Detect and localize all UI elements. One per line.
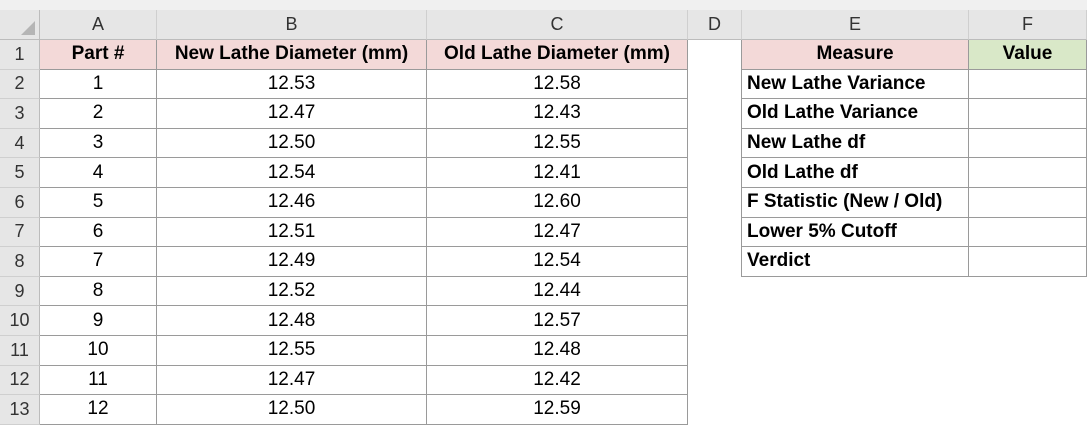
data-cell[interactable]: 12.48 [427, 336, 688, 366]
measure-label-cell[interactable]: F Statistic (New / Old) [742, 188, 969, 218]
empty-cell[interactable] [688, 218, 742, 248]
data-cell[interactable]: 8 [40, 276, 157, 307]
data-cell[interactable]: 1 [40, 69, 157, 100]
empty-cell[interactable] [688, 99, 742, 129]
measure-value-cell[interactable] [969, 69, 1087, 100]
data-cell[interactable]: 12.47 [157, 99, 427, 129]
data-header-cell[interactable]: New Lathe Diameter (mm) [157, 40, 427, 70]
column-header-e[interactable]: E [742, 10, 969, 40]
data-cell[interactable]: 12.54 [427, 247, 688, 277]
row-header-1[interactable]: 1 [0, 40, 40, 70]
data-cell[interactable]: 12.55 [157, 336, 427, 366]
measure-label-cell[interactable]: Verdict [742, 247, 969, 277]
data-cell[interactable]: 12.41 [427, 158, 688, 188]
row-header-5[interactable]: 5 [0, 158, 40, 188]
measure-value-cell[interactable] [969, 217, 1087, 248]
empty-cell[interactable] [688, 336, 742, 366]
data-header-cell[interactable]: Part # [40, 40, 157, 70]
column-header-a[interactable]: A [40, 10, 157, 40]
data-cell[interactable]: 12.55 [427, 128, 688, 159]
data-cell[interactable]: 5 [40, 188, 157, 218]
data-cell[interactable]: 12.47 [157, 365, 427, 396]
row-header-3[interactable]: 3 [0, 99, 40, 129]
data-cell[interactable]: 7 [40, 247, 157, 277]
measure-value-cell[interactable] [969, 188, 1087, 218]
row-header-8[interactable]: 8 [0, 247, 40, 277]
data-cell[interactable]: 12.57 [427, 306, 688, 336]
empty-cell[interactable] [688, 70, 742, 100]
data-cell[interactable]: 12.53 [157, 69, 427, 100]
data-cell[interactable]: 3 [40, 128, 157, 159]
empty-cell[interactable] [688, 247, 742, 277]
row-header-7[interactable]: 7 [0, 217, 40, 248]
data-cell[interactable]: 12.43 [427, 99, 688, 129]
empty-cell[interactable] [688, 40, 742, 70]
row-header-13[interactable]: 13 [0, 395, 40, 425]
data-cell[interactable]: 12.52 [157, 276, 427, 307]
row-header-10[interactable]: 10 [0, 306, 40, 336]
data-cell[interactable]: 12.47 [427, 217, 688, 248]
data-cell[interactable]: 6 [40, 217, 157, 248]
data-cell[interactable]: 12.60 [427, 188, 688, 218]
empty-cell[interactable] [688, 277, 742, 307]
measure-label-cell[interactable]: New Lathe df [742, 128, 969, 159]
column-header-c[interactable]: C [427, 10, 688, 40]
data-cell[interactable]: 4 [40, 158, 157, 188]
row-header-11[interactable]: 11 [0, 336, 40, 366]
data-cell[interactable]: 12.54 [157, 158, 427, 188]
data-cell[interactable]: 12.59 [427, 395, 688, 425]
measure-label-cell[interactable]: Old Lathe Variance [742, 99, 969, 129]
data-cell[interactable]: 12.44 [427, 276, 688, 307]
measure-label-cell[interactable]: Lower 5% Cutoff [742, 217, 969, 248]
data-cell[interactable]: 12 [40, 395, 157, 425]
row-header-6[interactable]: 6 [0, 188, 40, 218]
select-all-icon [21, 21, 35, 35]
data-cell[interactable]: 12.51 [157, 217, 427, 248]
measure-header-cell[interactable]: Measure [742, 40, 969, 70]
data-cell[interactable]: 11 [40, 365, 157, 396]
measure-label-cell[interactable]: Old Lathe df [742, 158, 969, 188]
empty-cell[interactable] [688, 129, 742, 159]
data-cell[interactable]: 9 [40, 306, 157, 336]
data-cell[interactable]: 12.48 [157, 306, 427, 336]
data-cell[interactable]: 12.42 [427, 365, 688, 396]
row-header-2[interactable]: 2 [0, 69, 40, 100]
data-cell[interactable]: 12.46 [157, 188, 427, 218]
column-header-f[interactable]: F [969, 10, 1087, 40]
row-header-9[interactable]: 9 [0, 276, 40, 307]
data-cell[interactable]: 12.49 [157, 247, 427, 277]
row-header-12[interactable]: 12 [0, 365, 40, 396]
measure-table-left-border [741, 40, 742, 277]
measure-value-cell[interactable] [969, 158, 1087, 188]
empty-cell[interactable] [688, 158, 742, 188]
measure-label-cell[interactable]: New Lathe Variance [742, 69, 969, 100]
column-header-b[interactable]: B [157, 10, 427, 40]
column-header-d[interactable]: D [688, 10, 742, 40]
data-cell[interactable]: 12.50 [157, 395, 427, 425]
data-cell[interactable]: 2 [40, 99, 157, 129]
select-all-corner[interactable] [0, 10, 40, 40]
row-header-4[interactable]: 4 [0, 128, 40, 159]
measure-value-cell[interactable] [969, 128, 1087, 159]
empty-cell[interactable] [688, 366, 742, 396]
empty-cell[interactable] [688, 395, 742, 425]
data-header-cell[interactable]: Old Lathe Diameter (mm) [427, 40, 688, 70]
spreadsheet-grid[interactable]: A B C D E F 1 2 3 4 5 6 7 8 9 10 11 12 13 Part # New Lathe D… [0, 0, 1087, 425]
data-cell[interactable]: 10 [40, 336, 157, 366]
measure-value-cell[interactable] [969, 99, 1087, 129]
empty-cell[interactable] [688, 188, 742, 218]
measure-value-cell[interactable] [969, 247, 1087, 277]
value-header-cell[interactable]: Value [969, 40, 1087, 70]
empty-cell[interactable] [688, 306, 742, 336]
data-cell[interactable]: 12.58 [427, 69, 688, 100]
data-cell[interactable]: 12.50 [157, 128, 427, 159]
